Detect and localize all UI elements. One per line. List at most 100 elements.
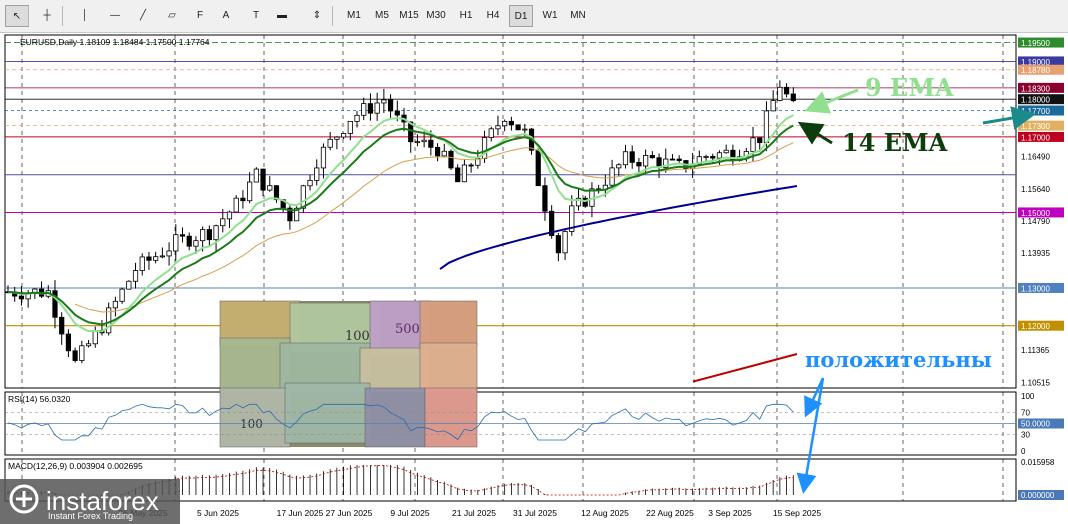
price-tick-label: 1.13000 [1021, 284, 1050, 293]
cursor-tool-icon[interactable]: ↖ [5, 5, 29, 27]
timeframe-d1[interactable]: D1 [509, 5, 533, 27]
svg-text:100: 100 [345, 329, 370, 344]
symbol-info: EURUSD,Daily 1.18109 1.18484 1.17500 1.1… [20, 37, 210, 47]
timeframe-h1[interactable]: H1 [454, 5, 478, 27]
candle-body [327, 138, 333, 148]
date-tick-label: 12 Aug 2025 [581, 508, 629, 518]
macd-tick-label: 0.015958 [1021, 458, 1055, 467]
timeframe-m30[interactable]: M30 [424, 5, 448, 27]
price-tick-label: 1.10515 [1021, 378, 1050, 387]
candle-body [247, 181, 253, 202]
candle-body [173, 234, 179, 252]
timeframe-mn[interactable]: MN [566, 5, 590, 27]
candle-body [488, 128, 494, 138]
candle-body [126, 280, 132, 290]
candle-body [387, 99, 394, 112]
candle-body [220, 218, 226, 227]
candle-body [226, 211, 233, 220]
candle-body [535, 149, 541, 187]
candle-body [676, 158, 682, 161]
price-tick-label: 1.14790 [1021, 217, 1050, 226]
candle-body [542, 185, 548, 212]
candle-body [193, 240, 199, 247]
candle-body [179, 234, 186, 237]
date-tick-label: 27 Jun 2025 [326, 508, 373, 518]
candle-body [502, 120, 508, 127]
candle-body [710, 156, 716, 159]
candle-body [200, 229, 206, 242]
candle-body [320, 146, 327, 169]
text-label-tool-icon[interactable]: T [244, 5, 268, 27]
candle-body [79, 345, 85, 361]
candle-body [777, 86, 783, 101]
candle-body [146, 256, 152, 261]
candle-body [347, 120, 353, 134]
candle-body [186, 235, 192, 247]
candle-body [636, 161, 642, 167]
crosshair-tool-icon[interactable]: ┼ [35, 5, 59, 27]
candle-body [166, 250, 172, 257]
rsi-tick-label: 50.0000 [1021, 420, 1050, 429]
date-tick-label: 5 Jun 2025 [197, 508, 239, 518]
rsi-tick-label: 100 [1021, 392, 1035, 401]
date-axis: 26 May 20255 Jun 202517 Jun 202527 Jun 2… [118, 508, 821, 518]
price-tick-label: 1.19500 [1021, 39, 1050, 48]
timeframe-w1[interactable]: W1 [538, 5, 562, 27]
candle-body [448, 150, 454, 169]
candle-body [381, 99, 387, 104]
macd-tick-label: 0.000000 [1021, 491, 1055, 500]
candle-body [354, 114, 360, 122]
vertical-line-tool-icon[interactable]: │ [73, 5, 97, 27]
candle-body [112, 300, 118, 309]
candle-body [72, 350, 78, 361]
candle-body [65, 333, 72, 352]
candle-body [629, 151, 635, 163]
candle-body [468, 164, 474, 167]
price-tick-label: 1.17300 [1021, 122, 1050, 131]
price-tick-label: 1.18000 [1021, 96, 1050, 105]
arrows-tool-icon[interactable]: ⇕ [305, 5, 329, 27]
candle-body [757, 137, 763, 143]
ema14-annotation: 14 EMA [842, 128, 948, 157]
candle-body [334, 136, 340, 140]
candle-body [703, 156, 709, 158]
candle-body [340, 133, 347, 138]
price-tick-label: 1.15640 [1021, 185, 1050, 194]
candle-body [622, 151, 629, 166]
timeframe-h4[interactable]: H4 [481, 5, 505, 27]
timeframe-m5[interactable]: M5 [370, 5, 394, 27]
candle-body [267, 185, 273, 191]
fibonacci-tool-icon[interactable]: F [188, 5, 212, 27]
date-tick-label: 9 Jul 2025 [390, 508, 429, 518]
rectangle-tool-icon[interactable]: ▬ [270, 5, 294, 27]
date-tick-label: 15 Sep 2025 [773, 508, 821, 518]
currency-photo: 100 500 100 [219, 300, 478, 448]
price-tick-label: 1.12000 [1021, 322, 1050, 331]
candle-body [361, 103, 367, 116]
timeframe-m1[interactable]: M1 [342, 5, 366, 27]
price-tick-label: 1.11365 [1021, 346, 1050, 355]
horizontal-line-tool-icon[interactable]: — [103, 5, 127, 27]
text-tool-icon[interactable]: A [214, 5, 238, 27]
trendline-tool-icon[interactable]: ╱ [131, 5, 155, 27]
channel-tool-icon[interactable]: ▱ [160, 5, 184, 27]
chart-area: 100 500100 1.195001.190001.187801.183001.… [0, 33, 1068, 524]
candle-body [233, 197, 239, 213]
date-tick-label: 31 Jul 2025 [513, 508, 557, 518]
candle-body [562, 231, 568, 254]
candle-body [421, 139, 427, 143]
price-tick-label: 1.13935 [1021, 249, 1050, 258]
candle-body [770, 100, 776, 112]
candle-body [555, 235, 561, 254]
candle-body [307, 179, 313, 187]
candle-body [508, 120, 514, 126]
candle-body [374, 102, 380, 114]
candle-body [59, 316, 65, 335]
candle-body [461, 164, 468, 183]
candle-body [132, 270, 139, 282]
candle-body [260, 168, 266, 191]
timeframe-m15[interactable]: M15 [397, 5, 421, 27]
candle-body [763, 110, 770, 143]
candle-body [723, 149, 729, 154]
candle-body [240, 197, 246, 202]
